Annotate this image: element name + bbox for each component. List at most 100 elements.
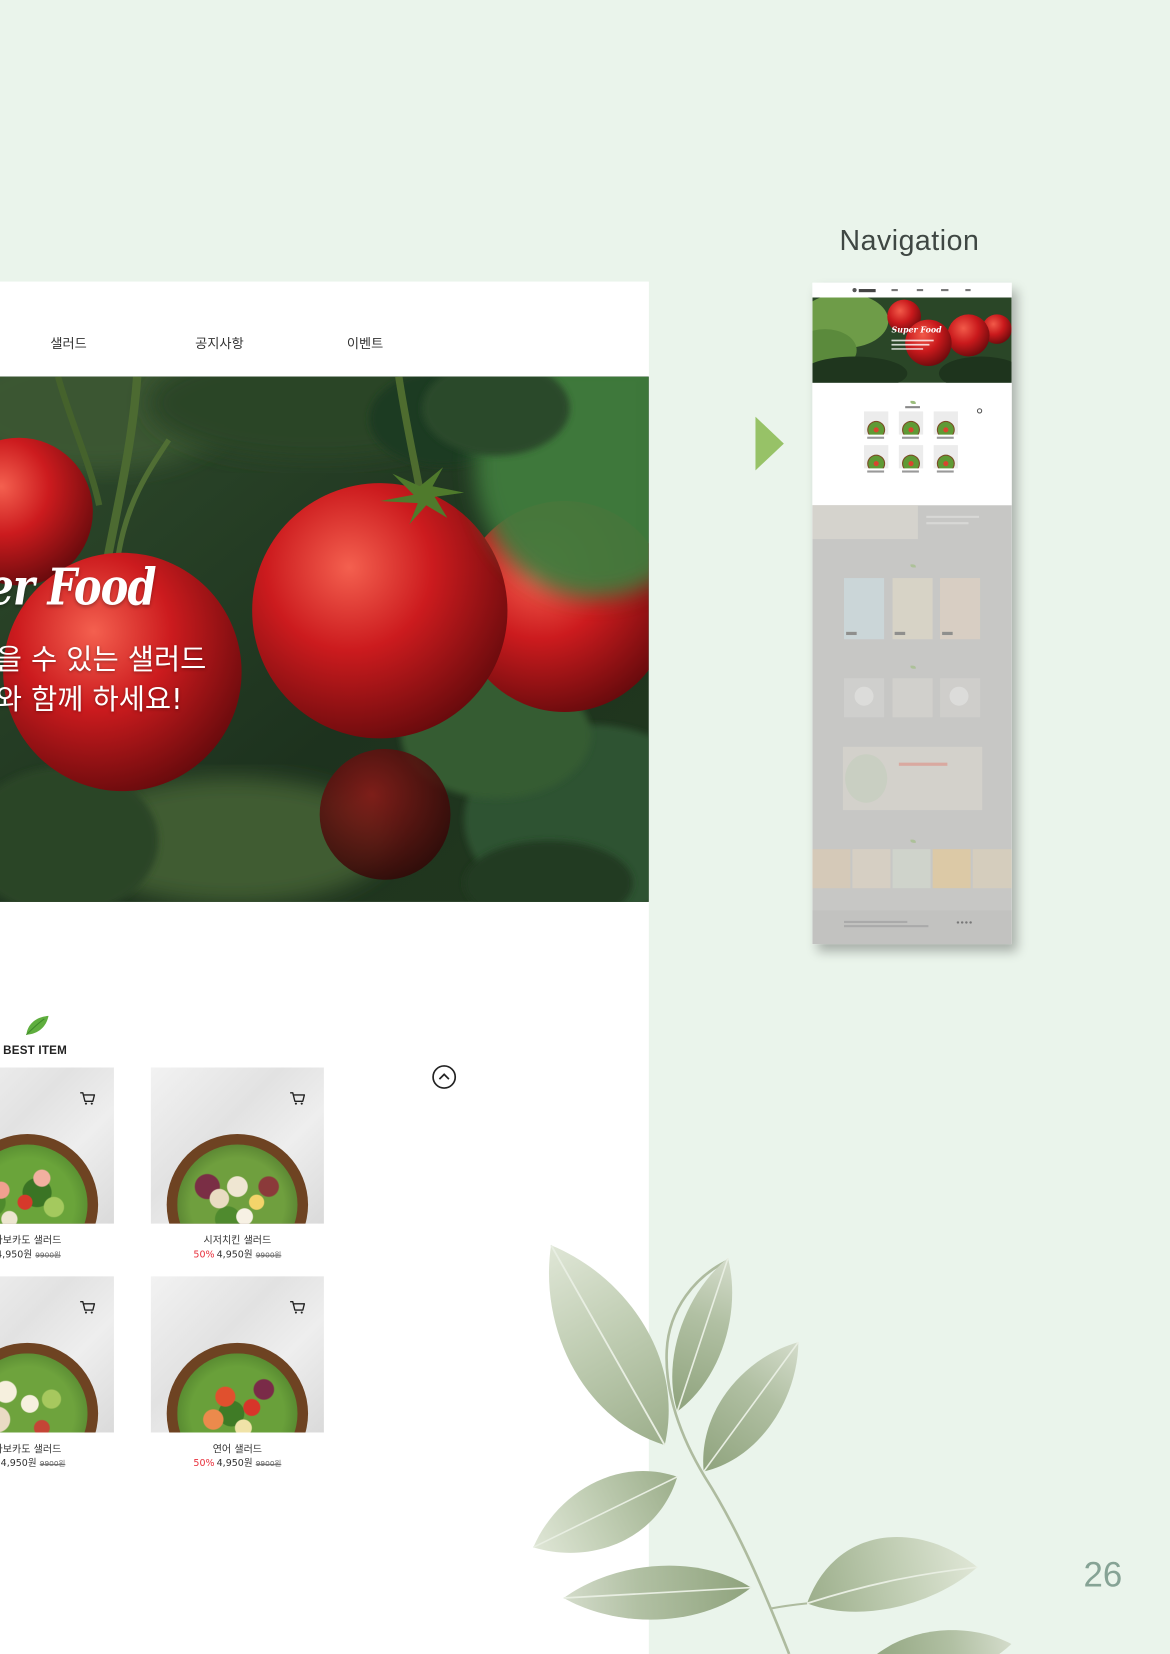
thumbnail-gallery-image (812, 849, 851, 889)
thumbnail-tile-caption (902, 470, 919, 473)
thumbnail-text-line (926, 515, 980, 518)
product-name: 아보카도 샐러드 (0, 1444, 62, 1456)
cart-icon[interactable] (289, 1091, 306, 1106)
section-title: Navigation (839, 224, 980, 257)
discount-rate: 50% (193, 1458, 215, 1470)
sale-price: 4,950원 (216, 1249, 253, 1261)
thumbnail-tile-caption (867, 436, 885, 439)
chevron-up-circle-icon[interactable] (431, 1064, 457, 1089)
product-name: 시저치킨 샐러드 (203, 1235, 272, 1247)
salad-bowl (0, 1342, 99, 1433)
cart-icon[interactable] (79, 1300, 96, 1315)
product-image (0, 1276, 114, 1433)
thumbnail-footer (812, 910, 1012, 945)
thumbnail-post-button (846, 631, 857, 636)
thumbnail-product-tile (933, 445, 958, 469)
thumbnail-gallery-image (852, 849, 891, 889)
salad (177, 1353, 298, 1433)
thumbnail-nav-item (965, 289, 971, 292)
product-price-line: %4,950원9900원 (0, 1456, 114, 1470)
nav-item-salad[interactable]: 샐러드 (50, 332, 86, 352)
product-name: 연어 샐러드 (212, 1444, 263, 1456)
thumbnail-post-card (940, 578, 981, 640)
triangle-right-icon (755, 416, 784, 471)
portfolio-page: 샐러드 공지사항 이벤트 er Food 을 수 있는 샐러드 와 함께 하세요… (0, 0, 1170, 1654)
thumbnail-tile-caption (867, 470, 885, 473)
thumbnail-banner-title (898, 762, 948, 766)
thumbnail-logo-mark (852, 287, 857, 293)
thumbnail-leaf-icon (910, 564, 916, 568)
thumbnail-hero-image (812, 297, 1012, 383)
thumbnail-nav-item (916, 289, 924, 292)
product-card[interactable]: 아보카도 샐러드 %4,950원9900원 (0, 1276, 114, 1476)
salad (0, 1353, 88, 1433)
product-image (0, 1067, 114, 1224)
hero-subtitle-line-2: 와 함께 하세요! (0, 683, 183, 717)
sale-price: 4,950원 (216, 1458, 253, 1470)
thumbnail-footer-text (844, 925, 929, 927)
thumbnail-social-icons (955, 920, 973, 925)
thumbnail-leaf-icon (910, 839, 916, 843)
thumbnail-footer-text (844, 920, 908, 923)
page-number: 26 (1083, 1554, 1123, 1594)
product-card[interactable]: 시저치킨 샐러드 50% 4,950원 9900원 (150, 1067, 324, 1268)
leaf-icon (26, 1015, 49, 1036)
thumbnail-scroll-top-icon (976, 408, 983, 414)
product-image (150, 1067, 324, 1224)
cart-icon[interactable] (79, 1091, 96, 1106)
thumbnail-nav-item (891, 289, 898, 292)
original-price: 9900원 (255, 1459, 282, 1469)
salad (177, 1144, 298, 1224)
thumbnail-leaf-icon (910, 400, 916, 405)
sale-price: 4,950원 (0, 1458, 37, 1470)
product-price-line: 50% 4,950원 9900원 (151, 1247, 324, 1261)
product-price-line: 4,950원9900원 (0, 1247, 114, 1261)
thumbnail-tile-caption (936, 470, 954, 473)
thumbnail-item-image (949, 686, 969, 706)
thumbnail-product-tile (864, 445, 889, 469)
thumbnail-product-tile (898, 411, 924, 435)
thumbnail-item-image (854, 686, 874, 706)
thumbnail-text-line (926, 522, 969, 525)
thumbnail-dimmed-sections (812, 505, 1012, 945)
sale-price: 4,950원 (0, 1249, 33, 1261)
thumbnail-banner-image (845, 754, 888, 803)
thumbnail-leaf-icon (910, 665, 916, 669)
thumbnail-post-card (892, 578, 933, 640)
thumbnail-tile-caption (902, 436, 919, 439)
thumbnail-best-items (812, 382, 1012, 506)
website-mockup: 샐러드 공지사항 이벤트 er Food 을 수 있는 샐러드 와 함께 하세요… (0, 281, 649, 1654)
cart-icon[interactable] (289, 1300, 306, 1315)
thumbnail-logo-text (858, 288, 876, 292)
thumbnail-gallery-image (892, 849, 931, 889)
leaf-decoration (865, 1630, 1012, 1654)
thumbnail-product-tile (933, 411, 958, 435)
thumbnail-product-tile (864, 411, 889, 435)
thumbnail-hero-title: Super Food (891, 324, 942, 335)
product-price-line: 50% 4,950원 9900원 (151, 1456, 324, 1470)
product-card[interactable]: 아보카도 샐러드 4,950원9900원 (0, 1067, 114, 1268)
product-name: 아보카도 샐러드 (0, 1235, 62, 1247)
salad-bowl (166, 1133, 309, 1224)
discount-rate: 50% (193, 1249, 215, 1261)
full-page-thumbnail: Super Food (812, 282, 1012, 945)
hero-banner: er Food 을 수 있는 샐러드 와 함께 하세요! (0, 376, 649, 902)
best-item-title: BEST ITEM (3, 1044, 67, 1057)
thumbnail-section-label (905, 406, 920, 408)
product-card[interactable]: 연어 샐러드 50% 4,950원 9900원 (150, 1276, 324, 1476)
thumbnail-post-card (844, 578, 885, 640)
salad-bowl (0, 1133, 99, 1224)
site-nav: 샐러드 공지사항 이벤트 (0, 281, 649, 377)
original-price: 9900원 (255, 1251, 282, 1260)
leaf-decoration (806, 1537, 978, 1612)
salad (0, 1144, 88, 1224)
hero-title: er Food (0, 558, 157, 618)
nav-item-event[interactable]: 이벤트 (347, 332, 383, 352)
thumbnail-nav-item (941, 289, 949, 292)
thumbnail-gallery-image (972, 849, 1012, 889)
hero-subtitle-line-1: 을 수 있는 샐러드 (0, 643, 207, 677)
product-image (150, 1276, 324, 1433)
leaf-decoration (703, 1341, 800, 1472)
nav-item-notice[interactable]: 공지사항 (195, 332, 244, 352)
original-price: 9900원 (35, 1251, 61, 1260)
